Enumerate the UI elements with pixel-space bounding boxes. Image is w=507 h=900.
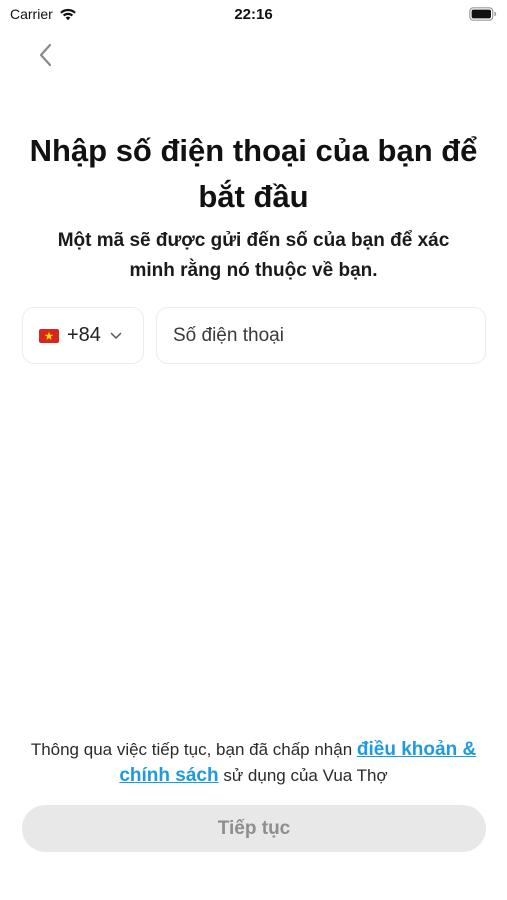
- status-bar: Carrier 22:16: [0, 0, 507, 30]
- country-code-picker[interactable]: +84: [22, 307, 144, 364]
- chevron-down-icon: [110, 332, 122, 339]
- page-title: Nhập số điện thoại của bạn để bắt đầu: [29, 133, 478, 214]
- terms-suffix: sử dụng của Vua Thợ: [218, 766, 388, 785]
- dial-code: +84: [67, 324, 101, 346]
- back-button[interactable]: [28, 38, 62, 72]
- terms-prefix: Thông qua việc tiếp tục, bạn đã chấp nhậ…: [30, 740, 357, 759]
- phone-input-container: [156, 307, 486, 364]
- vietnam-flag-icon: [39, 328, 59, 343]
- continue-button[interactable]: Tiếp tục: [22, 805, 486, 852]
- page-subtitle: Một mã sẽ được gửi đến số của bạn để xác…: [57, 230, 450, 281]
- terms-notice: Thông qua việc tiếp tục, bạn đã chấp nhậ…: [26, 737, 481, 789]
- status-time: 22:16: [234, 6, 273, 23]
- battery-icon: [469, 7, 497, 21]
- phone-number-input[interactable]: [157, 308, 485, 363]
- chevron-left-icon: [39, 43, 52, 67]
